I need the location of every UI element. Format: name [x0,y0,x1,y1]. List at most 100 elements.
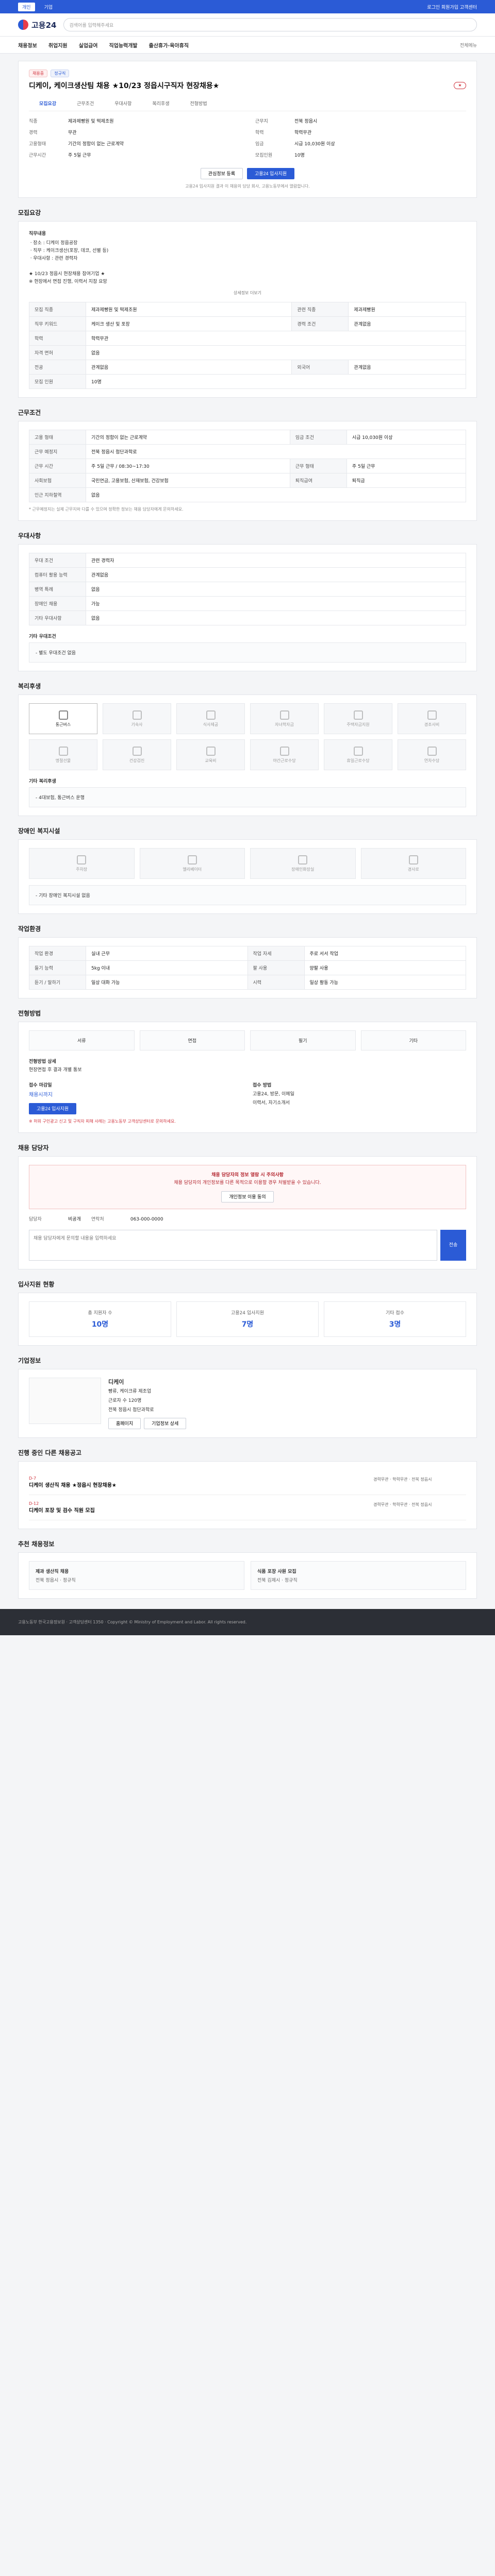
logo-icon [18,20,28,30]
gnb-item-support[interactable]: 취업지원 [48,41,68,49]
gnb-item-training[interactable]: 직업능력개발 [109,41,137,49]
table-key: 작업 환경 [29,946,86,961]
job-info: 경력무관 · 학력무관 · 전북 정읍시 [373,1502,432,1507]
disability-item: 주차장 [29,848,135,879]
table-row: 학력 학력무관 [29,331,466,346]
subtab-selection[interactable]: 전형방법 [190,100,207,107]
table-value: 없음 [86,611,466,625]
stat-label: 기타 접수 [386,1311,404,1316]
gnb-item-leave[interactable]: 출산휴가·육아휴직 [149,41,189,49]
gnb-item-jobs[interactable]: 채용정보 [18,41,37,49]
company-detail-button[interactable]: 기업정보 상세 [144,1418,187,1429]
table-value: 케이크 생산 및 포장 [85,316,292,331]
table-row: 병역 특례 없음 [29,582,466,597]
recommend-info: 전북 김제시 · 정규직 [257,1578,298,1583]
stat-total: 총 지원자 수 10명 [29,1301,171,1337]
subtab-preference[interactable]: 우대사항 [114,100,131,107]
table-key: 학력 [29,331,86,346]
recommend-card: 제과 생산직 채용 전북 정읍시 · 정규직 식품 포장 사원 모집 전북 김제… [18,1552,477,1599]
welfare-item: 통근버스 [29,703,97,734]
search-placeholder: 검색어를 입력해주세요 [69,23,114,28]
subtab-recruit[interactable]: 모집요강 [39,100,56,107]
star-icon[interactable]: ★ [454,82,466,89]
table-row: 모집 인원 10명 [29,374,466,389]
duty-text: ㆍ장소 : 디케이 정읍공장 ㆍ직무 : 케이크생산(포장, 데코, 선별 등)… [29,241,109,284]
table-key: 전공 [29,360,86,375]
recommend-item[interactable]: 제과 생산직 채용 전북 정읍시 · 정규직 [29,1561,244,1590]
deadline-badge: D-12 [29,1501,39,1506]
footer-text: 고용노동부 한국고용정보원 · 고객상담센터 1350 · Copyright … [18,1620,247,1624]
tab-company[interactable]: 기업 [40,3,57,11]
apply-button-secondary[interactable]: 고용24 입사지원 [29,1103,77,1114]
all-menu-button[interactable]: 전체메뉴 [460,42,477,48]
selection-step: 서류 [29,1030,135,1050]
subtab-welfare[interactable]: 복리후생 [152,100,169,107]
recruit-card: 직무내용 ㆍ장소 : 디케이 정읍공장 ㆍ직무 : 케이크생산(포장, 데코, … [18,221,477,398]
disability-extra: - 기타 장애인 복지시설 없음 [29,885,466,905]
table-row: 직무 키워드 케이크 생산 및 포장 경력 조건 관계없음 [29,316,466,331]
table-key: 외국어 [291,360,349,375]
message-input[interactable] [29,1230,437,1261]
selection-step: 기타 [360,1030,466,1050]
gnb-item-benefit[interactable]: 실업급여 [79,41,98,49]
site-logo[interactable]: 고용24 [18,20,56,30]
summary-value: 무관 [68,130,77,135]
welfare-label: 통근버스 [55,722,71,727]
table-value: 가능 [86,596,466,611]
apply-button[interactable]: 고용24 입사지원 [246,168,295,179]
welfare-icon [206,710,216,720]
table-value: 실내 근무 [86,946,248,961]
table-value: 학력무관 [86,331,466,346]
welfare-label: 연차수당 [424,758,440,763]
contact-name: 비공개 [68,1217,81,1222]
summary-key: 직종 [29,119,38,124]
table-key: 장애인 채용 [29,596,86,611]
welfare-icon [132,746,142,756]
table-value: 주 5일 근무 / 08:30~17:30 [86,459,290,473]
extra-label: 기타 우대조건 [29,634,56,639]
recommend-item[interactable]: 식품 포장 사원 모집 전북 김제시 · 정규직 [251,1561,466,1590]
utility-links[interactable]: 로그인 회원가입 고객센터 [427,4,477,10]
homepage-button[interactable]: 홈페이지 [108,1418,141,1429]
table-key: 모집 인원 [29,374,86,389]
table-key: 병역 특례 [29,582,86,597]
list-item[interactable]: D-7 디케이 생산직 채용 ★정읍시 현장채용★ 경력무관 · 학력무관 · … [29,1470,466,1495]
tab-personal[interactable]: 개인 [18,2,35,11]
workenv-card: 작업 환경 실내 근무 작업 자세 주로 서서 작업 들기 능력 5kg 이내 팔 사용 양… [18,937,477,998]
list-item[interactable]: D-12 디케이 포장 및 검수 직원 모집 경력무관 · 학력무관 · 전북 … [29,1495,466,1520]
summary-key: 근무지 [255,119,268,124]
send-button[interactable]: 전송 [440,1230,466,1261]
job-link[interactable]: 디케이 포장 및 검수 직원 모집 [29,1506,95,1514]
summary-key: 경력 [29,130,38,135]
company-card: 디케이 빵류, 케이크류 제조업 근로자 수 120명 전북 정읍시 첨단과학로… [18,1369,477,1438]
table-row: 전공 관계없음 외국어 관계없음 [29,360,466,375]
disability-label: 경사로 [407,867,419,872]
company-logo [29,1378,101,1424]
section-title-welfare: 복리후생 [18,683,41,690]
summary-value: 10명 [294,153,305,158]
subtab-conditions[interactable]: 근무조건 [77,100,94,107]
summary-grid: 직종 제과제빵원 및 떡제조원 근무지 전북 정읍시 경력 무관 학력 학력무관 고용형… [29,117,466,160]
job-link[interactable]: 디케이 생산직 채용 ★정읍시 현장채용★ [29,1481,117,1488]
stat-value: 10명 [91,1320,109,1329]
agree-button[interactable]: 개인정보 이용 동의 [221,1191,274,1202]
welfare-label: 교육비 [205,758,217,763]
more-button[interactable]: 상세정보 더보기 [29,290,466,296]
table-key: 퇴직급여 [289,473,347,488]
welfare-grid: 통근버스 기숙사 식사제공 자녀학자금 주택자금지원 경조사비 명절선물 건강검진 교육비 야간근… [29,703,466,770]
apply-method-label: 접수 방법 [253,1083,272,1088]
table-value: 제과제빵원 및 떡제조원 [85,302,292,317]
welfare-icon [353,746,363,756]
interest-button[interactable]: 관심정보 등록 [200,168,243,179]
summary-key: 모집인원 [255,153,273,158]
table-row: 인근 지하철역 없음 [29,487,466,502]
welfare-item: 경조사비 [398,703,466,734]
table-value: 퇴직금 [346,473,467,488]
welfare-label: 자녀학자금 [275,722,294,727]
search-input[interactable]: 검색어를 입력해주세요 [63,18,477,31]
table-value: 전북 정읍시 첨단과학로 [86,444,466,459]
table-value: 없음 [86,582,466,597]
welfare-icon [427,746,437,756]
welfare-icon [58,710,68,720]
welfare-label: 식사제공 [203,722,219,727]
